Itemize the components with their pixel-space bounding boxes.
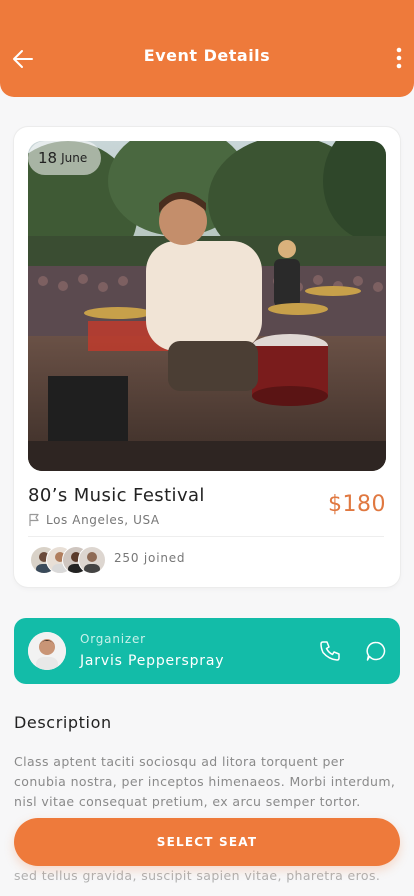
date-month: June [61, 151, 88, 165]
date-badge: 18 June [28, 141, 102, 175]
avatar [78, 546, 106, 574]
organizer-card[interactable]: Organizer Jarvis Pepperspray [14, 618, 400, 684]
event-price: $180 [328, 492, 386, 517]
description-text: Class aptent taciti sociosqu ad litora t… [14, 754, 396, 809]
description-heading: Description [14, 713, 112, 732]
date-day: 18 [38, 149, 58, 167]
divider [28, 536, 384, 537]
event-title: 80’s Music Festival [28, 485, 205, 506]
event-location: Los Angeles, USA [28, 513, 160, 527]
chat-bubble-icon[interactable] [364, 639, 388, 663]
phone-icon[interactable] [318, 639, 342, 663]
organizer-name: Jarvis Pepperspray [80, 653, 225, 669]
select-seat-button[interactable]: SELECT SEAT [14, 818, 400, 866]
app-header: Event Details [0, 0, 414, 97]
page-title: Event Details [143, 46, 271, 65]
joined-count: 250 joined [114, 551, 186, 565]
flag-icon [29, 513, 39, 526]
organizer-avatar [28, 632, 66, 670]
description-text-continued: sed tellus gravida, suscipit sapien vita… [14, 868, 381, 883]
event-photo [28, 141, 386, 471]
location-text: Los Angeles, USA [46, 513, 160, 527]
organizer-label: Organizer [80, 632, 146, 646]
more-vertical-icon[interactable] [392, 44, 406, 72]
